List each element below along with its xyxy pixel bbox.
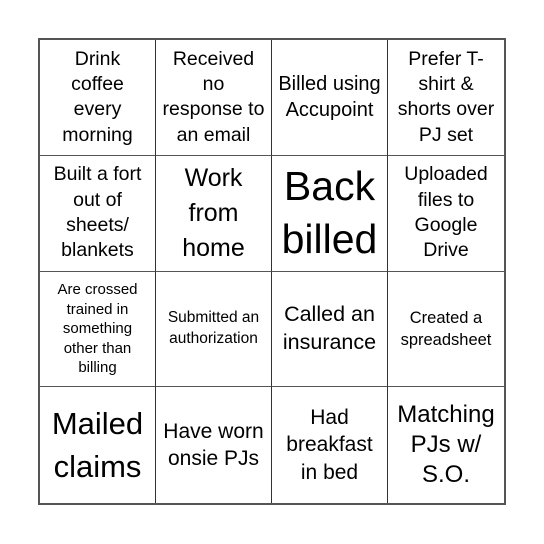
cell-label: Had breakfast in bed [286,406,373,484]
cell-label: Work from home [182,163,245,262]
cell-label: Back billed [281,162,378,263]
cell-label: Received no response to an email [162,47,265,146]
bingo-cell[interactable]: Submitted an authorization [156,271,272,388]
cell-label: Submitted an authorization [167,308,260,347]
bingo-cell[interactable]: Billed using Accupoint [272,40,388,156]
cell-label: Matching PJs w/ S.O. [397,401,495,489]
bingo-cell[interactable]: Back billed [272,155,388,272]
bingo-cell[interactable]: Are crossed trained in something other t… [40,271,156,388]
bingo-cell[interactable]: Drink coffee every morning [40,40,156,156]
bingo-cell[interactable]: Mailed claims [40,387,156,503]
bingo-cell[interactable]: Had breakfast in bed [272,387,388,503]
bingo-cell[interactable]: Received no response to an email [156,40,272,156]
cell-label: Drink coffee every morning [62,47,133,146]
cell-label: Mailed claims [51,405,144,485]
cell-label: Uploaded files to Google Drive [404,163,488,262]
cell-label: Have worn onsie PJs [163,419,264,471]
cell-label: Called an insurance [282,301,377,354]
bingo-board: Drink coffee every morning Received no r… [38,38,506,505]
bingo-cell[interactable]: Have worn onsie PJs [156,387,272,503]
bingo-cell[interactable]: Uploaded files to Google Drive [388,156,504,272]
cell-label: Prefer T-shirt & shorts over PJ set [397,47,495,146]
bingo-cell[interactable]: Prefer T-shirt & shorts over PJ set [388,40,504,156]
bingo-cell[interactable]: Built a fort out of sheets/ blankets [40,155,156,272]
bingo-cell[interactable]: Matching PJs w/ S.O. [388,387,504,503]
cell-label: Billed using Accupoint [278,73,381,122]
cell-label: Built a fort out of sheets/ blankets [53,163,142,262]
cell-label: Are crossed trained in something other t… [57,281,138,377]
bingo-cell[interactable]: Work from home [156,155,272,272]
cell-label: Created a spreadsheet [400,308,492,349]
bingo-cell[interactable]: Called an insurance [272,271,388,388]
bingo-cell[interactable]: Created a spreadsheet [388,272,504,388]
